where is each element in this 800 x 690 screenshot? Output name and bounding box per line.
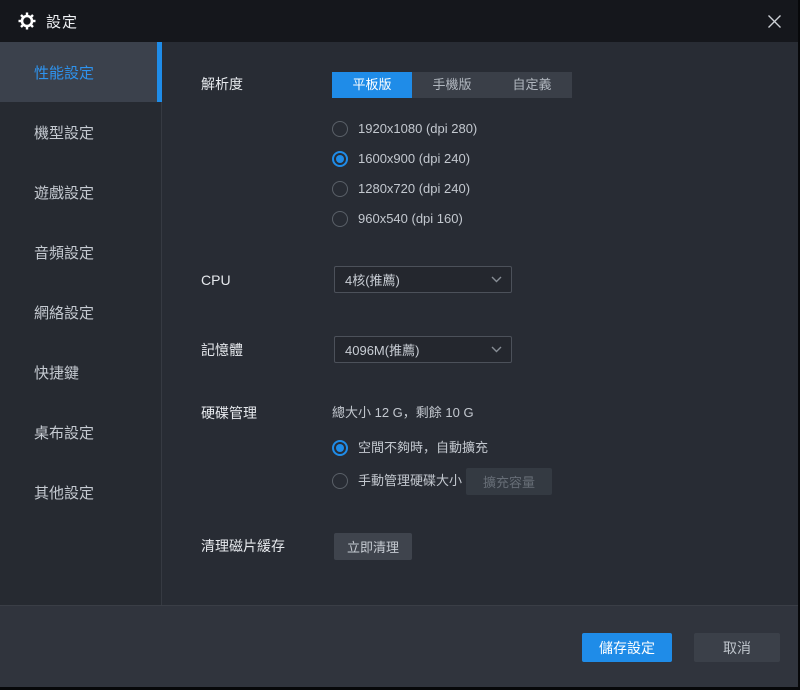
sidebar: 性能設定 機型設定 遊戲設定 音頻設定 網絡設定 快捷鍵 桌布設定 其他設定 <box>0 42 162 605</box>
titlebar: 設定 <box>0 0 798 42</box>
sidebar-item-label: 遊戲設定 <box>34 182 94 203</box>
disk-option-auto-expand[interactable]: 空間不夠時，自動擴充 <box>332 439 488 457</box>
disk-label: 硬碟管理 <box>201 404 257 422</box>
sidebar-item-hotkeys[interactable]: 快捷鍵 <box>0 342 161 402</box>
close-button[interactable] <box>758 6 790 36</box>
tab-custom[interactable]: 自定義 <box>492 72 572 98</box>
radio-unselected-icon <box>332 211 348 227</box>
expand-capacity-button[interactable]: 擴充容量 <box>466 468 552 495</box>
disk-option-manual[interactable]: 手動管理硬碟大小 <box>332 472 462 490</box>
close-icon <box>767 14 782 29</box>
resolution-option-1280x720[interactable]: 1280x720 (dpi 240) <box>332 180 470 198</box>
radio-selected-icon <box>332 440 348 456</box>
radio-unselected-icon <box>332 181 348 197</box>
sidebar-item-device[interactable]: 機型設定 <box>0 102 161 162</box>
sidebar-item-label: 性能設定 <box>34 62 94 83</box>
settings-window: 設定 性能設定 機型設定 遊戲設定 音頻設定 <box>0 0 800 690</box>
chevron-down-icon <box>491 346 502 353</box>
clean-now-button[interactable]: 立即清理 <box>334 533 412 560</box>
footer: 儲存設定 取消 <box>0 605 798 687</box>
sidebar-item-label: 桌布設定 <box>34 422 94 443</box>
tab-phone[interactable]: 手機版 <box>412 72 492 98</box>
cpu-select-value: 4核(推薦) <box>345 270 400 289</box>
resolution-option-960x540[interactable]: 960x540 (dpi 160) <box>332 210 463 228</box>
tab-tablet[interactable]: 平板版 <box>332 72 412 98</box>
active-indicator <box>157 42 162 102</box>
sidebar-item-audio[interactable]: 音頻設定 <box>0 222 161 282</box>
memory-label: 記憶體 <box>201 341 243 359</box>
window-title: 設定 <box>46 11 78 32</box>
sidebar-item-label: 快捷鍵 <box>34 362 79 383</box>
settings-content: 解析度 平板版 手機版 自定義 1920x1080 (dpi 280) 1600… <box>163 42 798 605</box>
resolution-option-1920x1080[interactable]: 1920x1080 (dpi 280) <box>332 120 477 138</box>
chevron-down-icon <box>491 276 502 283</box>
cancel-button[interactable]: 取消 <box>694 633 780 662</box>
cpu-label: CPU <box>201 271 231 289</box>
clean-cache-label: 清理磁片緩存 <box>201 537 285 555</box>
radio-unselected-icon <box>332 473 348 489</box>
sidebar-item-label: 其他設定 <box>34 482 94 503</box>
resolution-tabs: 平板版 手機版 自定義 <box>332 72 572 98</box>
radio-selected-icon <box>332 151 348 167</box>
sidebar-item-other[interactable]: 其他設定 <box>0 462 161 522</box>
memory-select-value: 4096M(推薦) <box>345 340 419 359</box>
save-button[interactable]: 儲存設定 <box>582 633 672 662</box>
memory-select[interactable]: 4096M(推薦) <box>334 336 512 363</box>
sidebar-item-game[interactable]: 遊戲設定 <box>0 162 161 222</box>
resolution-option-1600x900[interactable]: 1600x900 (dpi 240) <box>332 150 470 168</box>
sidebar-item-label: 網絡設定 <box>34 302 94 323</box>
sidebar-item-performance[interactable]: 性能設定 <box>0 42 161 102</box>
disk-info: 總大小 12 G，剩餘 10 G <box>332 404 474 422</box>
resolution-label: 解析度 <box>201 75 243 93</box>
gear-icon <box>18 12 36 30</box>
cpu-select[interactable]: 4核(推薦) <box>334 266 512 293</box>
sidebar-item-label: 機型設定 <box>34 122 94 143</box>
radio-unselected-icon <box>332 121 348 137</box>
sidebar-item-wallpaper[interactable]: 桌布設定 <box>0 402 161 462</box>
sidebar-item-label: 音頻設定 <box>34 242 94 263</box>
sidebar-item-network[interactable]: 網絡設定 <box>0 282 161 342</box>
